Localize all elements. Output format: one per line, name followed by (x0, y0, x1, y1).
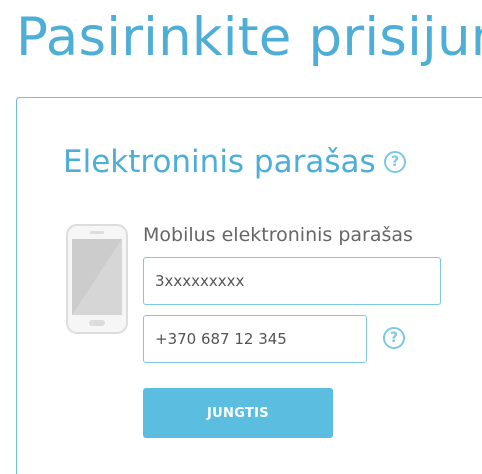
phone-help-icon[interactable]: ? (383, 327, 405, 349)
page-title: Pasirinkite prisijung (16, 7, 482, 68)
signature-card: Elektroninis parašas ? Mobilus elektroni… (16, 97, 482, 474)
section-title: Elektroninis parašas (63, 144, 376, 180)
mobile-signature-label: Mobilus elektroninis parašas (143, 224, 413, 246)
login-page: Pasirinkite prisijung Elektroninis paraš… (0, 0, 482, 474)
connect-button[interactable]: JUNGTIS (143, 388, 333, 438)
personal-code-input[interactable] (143, 257, 441, 305)
phone-number-input[interactable] (143, 315, 367, 363)
help-icon[interactable]: ? (384, 151, 406, 173)
mobile-phone-icon (66, 224, 128, 334)
